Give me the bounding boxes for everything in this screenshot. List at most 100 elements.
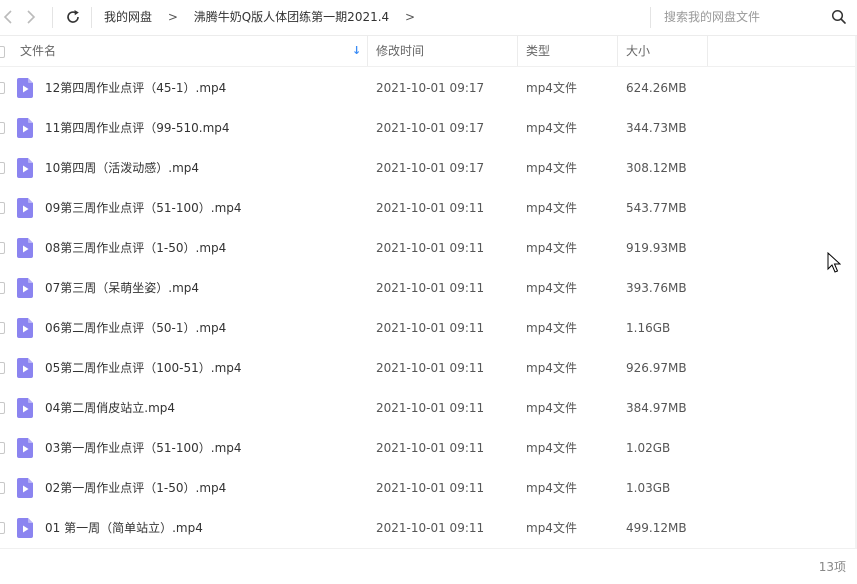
toolbar-divider xyxy=(91,7,92,28)
file-modified-time: 2021-10-01 09:11 xyxy=(376,201,485,215)
mouse-pointer-icon xyxy=(827,252,841,273)
file-name[interactable]: 11第四周作业点评（99-510.mp4 xyxy=(45,108,230,148)
video-file-icon xyxy=(17,478,33,498)
row-checkbox[interactable] xyxy=(0,282,5,294)
breadcrumb-current-folder[interactable]: 沸腾牛奶Q版人体团练第一期2021.4 xyxy=(194,0,389,35)
file-modified-time: 2021-10-01 09:11 xyxy=(376,361,485,375)
table-row[interactable]: 05第二周作业点评（100-51）.mp4 2021-10-01 09:11 m… xyxy=(0,348,855,388)
table-row[interactable]: 11第四周作业点评（99-510.mp4 2021-10-01 09:17 mp… xyxy=(0,108,855,148)
column-label: 大小 xyxy=(626,44,651,58)
sort-desc-icon: ↓ xyxy=(352,44,362,57)
back-button[interactable] xyxy=(0,8,18,26)
file-type: mp4文件 xyxy=(526,121,577,135)
file-name[interactable]: 05第二周作业点评（100-51）.mp4 xyxy=(45,348,242,388)
refresh-icon xyxy=(67,10,79,23)
table-row[interactable]: 08第三周作业点评（1-50）.mp4 2021-10-01 09:11 mp4… xyxy=(0,228,855,268)
file-name[interactable]: 01 第一周（简单站立）.mp4 xyxy=(45,508,203,548)
table-row[interactable]: 06第二周作业点评（50-1）.mp4 2021-10-01 09:11 mp4… xyxy=(0,308,855,348)
chevron-left-icon xyxy=(3,10,12,24)
file-name[interactable]: 02第一周作业点评（1-50）.mp4 xyxy=(45,468,226,508)
file-name[interactable]: 12第四周作业点评（45-1）.mp4 xyxy=(45,68,226,108)
column-header-size[interactable]: 大小 xyxy=(618,36,708,66)
file-type: mp4文件 xyxy=(526,281,577,295)
column-header-modified[interactable]: 修改时间 xyxy=(368,36,518,66)
file-name[interactable]: 06第二周作业点评（50-1）.mp4 xyxy=(45,308,226,348)
breadcrumb-separator: > xyxy=(167,10,178,24)
file-type: mp4文件 xyxy=(526,481,577,495)
breadcrumb: 我的网盘 > 沸腾牛奶Q版人体团练第一期2021.4 > xyxy=(104,0,427,35)
file-type: mp4文件 xyxy=(526,361,577,375)
file-size: 1.03GB xyxy=(626,481,671,495)
video-file-icon xyxy=(17,318,33,338)
file-size: 393.76MB xyxy=(626,281,687,295)
table-row[interactable]: 09第三周作业点评（51-100）.mp4 2021-10-01 09:11 m… xyxy=(0,188,855,228)
row-checkbox[interactable] xyxy=(0,122,5,134)
file-name[interactable]: 08第三周作业点评（1-50）.mp4 xyxy=(45,228,226,268)
row-checkbox[interactable] xyxy=(0,362,5,374)
column-label: 修改时间 xyxy=(376,44,425,58)
toolbar-divider xyxy=(650,7,651,28)
refresh-button[interactable] xyxy=(64,8,82,26)
file-size: 926.97MB xyxy=(626,361,687,375)
row-checkbox[interactable] xyxy=(0,322,5,334)
row-checkbox[interactable] xyxy=(0,162,5,174)
table-row[interactable]: 03第一周作业点评（51-100）.mp4 2021-10-01 09:11 m… xyxy=(0,428,855,468)
table-row[interactable]: 04第二周俏皮站立.mp4 2021-10-01 09:11 mp4文件 384… xyxy=(0,388,855,428)
row-checkbox[interactable] xyxy=(0,82,5,94)
file-name[interactable]: 10第四周（活泼动感）.mp4 xyxy=(45,148,199,188)
file-modified-time: 2021-10-01 09:17 xyxy=(376,121,485,135)
search-icon[interactable] xyxy=(831,9,847,25)
video-file-icon xyxy=(17,78,33,98)
breadcrumb-separator[interactable]: > xyxy=(405,0,415,35)
file-size: 624.26MB xyxy=(626,81,687,95)
file-modified-time: 2021-10-01 09:11 xyxy=(376,321,485,335)
video-file-icon xyxy=(17,438,33,458)
file-type: mp4文件 xyxy=(526,201,577,215)
toolbar: 我的网盘 > 沸腾牛奶Q版人体团练第一期2021.4 > xyxy=(0,0,857,36)
video-file-icon xyxy=(17,158,33,178)
table-row[interactable]: 07第三周（呆萌坐姿）.mp4 2021-10-01 09:11 mp4文件 3… xyxy=(0,268,855,308)
video-file-icon xyxy=(17,238,33,258)
toolbar-divider xyxy=(52,7,53,28)
file-modified-time: 2021-10-01 09:11 xyxy=(376,521,485,535)
table-header: 文件名 ↓ 修改时间 类型 大小 xyxy=(0,36,855,67)
file-modified-time: 2021-10-01 09:11 xyxy=(376,441,485,455)
file-name[interactable]: 07第三周（呆萌坐姿）.mp4 xyxy=(45,268,199,308)
file-type: mp4文件 xyxy=(526,161,577,175)
column-header-type[interactable]: 类型 xyxy=(518,36,618,66)
file-type: mp4文件 xyxy=(526,241,577,255)
row-checkbox[interactable] xyxy=(0,482,5,494)
file-type: mp4文件 xyxy=(526,441,577,455)
table-row[interactable]: 10第四周（活泼动感）.mp4 2021-10-01 09:17 mp4文件 3… xyxy=(0,148,855,188)
breadcrumb-root[interactable]: 我的网盘 xyxy=(104,0,152,35)
video-file-icon xyxy=(17,278,33,298)
table-row[interactable]: 01 第一周（简单站立）.mp4 2021-10-01 09:11 mp4文件 … xyxy=(0,508,855,548)
chevron-right-icon xyxy=(27,10,36,24)
file-modified-time: 2021-10-01 09:11 xyxy=(376,401,485,415)
file-size: 499.12MB xyxy=(626,521,687,535)
row-checkbox[interactable] xyxy=(0,242,5,254)
file-type: mp4文件 xyxy=(526,81,577,95)
search-input[interactable] xyxy=(660,7,828,27)
file-modified-time: 2021-10-01 09:11 xyxy=(376,481,485,495)
table-row[interactable]: 02第一周作业点评（1-50）.mp4 2021-10-01 09:11 mp4… xyxy=(0,468,855,508)
file-modified-time: 2021-10-01 09:11 xyxy=(376,281,485,295)
column-header-name[interactable]: 文件名 ↓ xyxy=(0,36,368,66)
video-file-icon xyxy=(17,518,33,538)
file-name[interactable]: 03第一周作业点评（51-100）.mp4 xyxy=(45,428,242,468)
row-checkbox[interactable] xyxy=(0,442,5,454)
file-type: mp4文件 xyxy=(526,321,577,335)
file-modified-time: 2021-10-01 09:17 xyxy=(376,81,485,95)
column-label: 文件名 xyxy=(20,44,57,58)
file-size: 1.02GB xyxy=(626,441,671,455)
forward-button[interactable] xyxy=(21,8,39,26)
row-checkbox[interactable] xyxy=(0,522,5,534)
item-count: 13项 xyxy=(818,560,846,574)
file-name[interactable]: 04第二周俏皮站立.mp4 xyxy=(45,388,175,428)
video-file-icon xyxy=(17,358,33,378)
file-size: 308.12MB xyxy=(626,161,687,175)
file-name[interactable]: 09第三周作业点评（51-100）.mp4 xyxy=(45,188,242,228)
row-checkbox[interactable] xyxy=(0,202,5,214)
table-row[interactable]: 12第四周作业点评（45-1）.mp4 2021-10-01 09:17 mp4… xyxy=(0,68,855,108)
row-checkbox[interactable] xyxy=(0,402,5,414)
